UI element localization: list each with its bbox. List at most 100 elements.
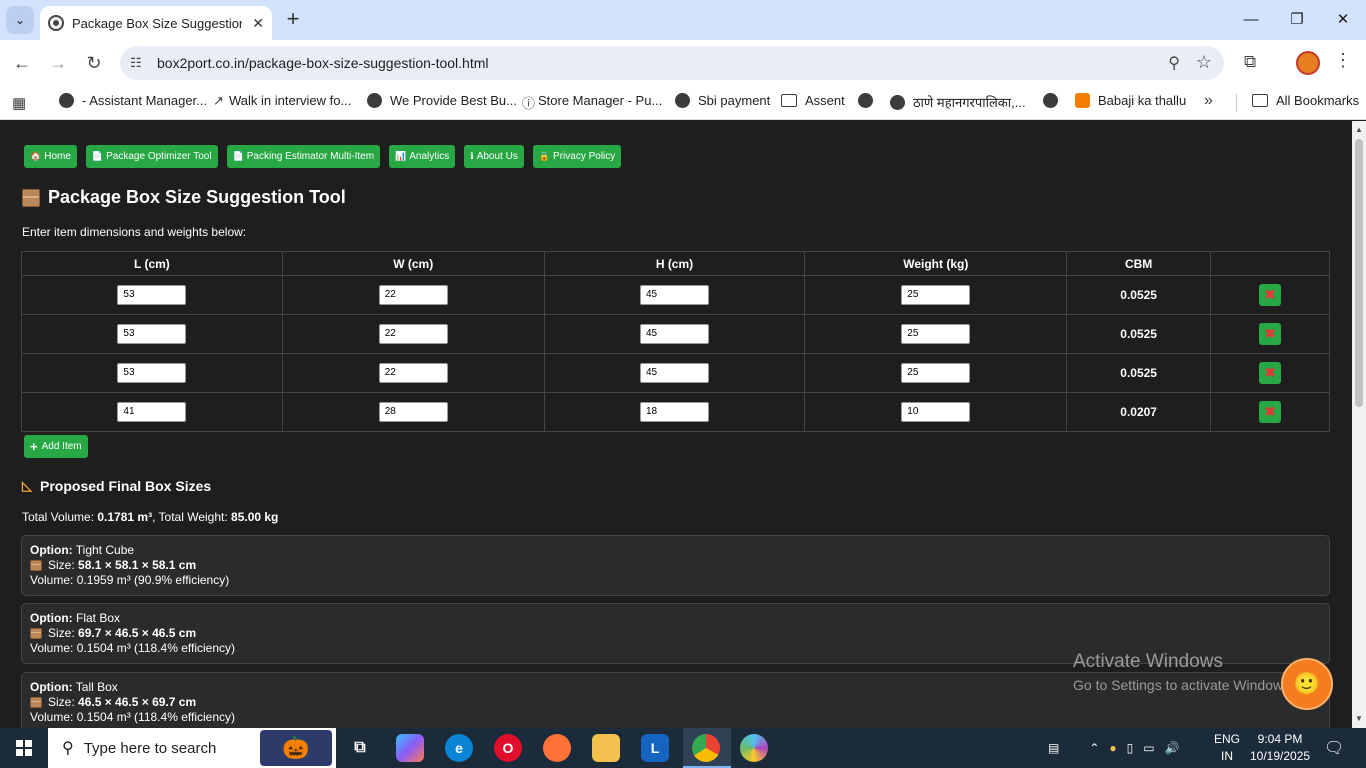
device-icon[interactable]: ▯ [1127, 741, 1134, 755]
restore-button[interactable]: ❐ [1274, 6, 1320, 34]
start-button[interactable] [0, 728, 48, 768]
show-hidden-icons[interactable]: ⌃ [1089, 741, 1099, 755]
clock[interactable]: 9:04 PM 10/19/2025 [1250, 731, 1310, 765]
info-icon: ⓘ [522, 96, 536, 111]
photos-icon[interactable] [740, 734, 768, 762]
bookmark-star-icon[interactable]: ☆ [1196, 52, 1212, 73]
table-row: 53 22 45 25 0.0525 ✖ [21, 314, 1330, 354]
tab-title: Package Box Size Suggestion Tc [72, 15, 242, 31]
app-icon[interactable]: L [641, 734, 669, 762]
length-input[interactable]: 41 [117, 402, 187, 422]
news-widget-icon[interactable]: ▤ [1048, 741, 1059, 755]
profile-avatar[interactable] [1296, 51, 1320, 75]
forward-button[interactable]: → [44, 49, 72, 77]
bookmark-folder[interactable]: Assent [781, 93, 845, 108]
option-volume: Volume: 0.1504 m³ (118.4% efficiency) [30, 710, 235, 724]
page-scrollbar[interactable]: ▲ ▼ [1352, 121, 1366, 728]
width-input[interactable]: 28 [378, 402, 448, 422]
extensions-icon[interactable]: ⧉ [1244, 52, 1256, 72]
nav-home[interactable]: 🏠 Home [24, 145, 77, 168]
scroll-thumb[interactable] [1355, 139, 1363, 407]
edge-icon[interactable]: e [445, 734, 473, 762]
minimize-button[interactable]: — [1228, 6, 1274, 34]
bookmark-item[interactable] [858, 93, 881, 108]
tab-close-icon[interactable]: ✕ [252, 15, 264, 32]
length-input[interactable]: 53 [117, 363, 187, 383]
bookmark-item[interactable]: Babaji ka thallu [1075, 93, 1186, 108]
nav-analytics[interactable]: 📊 Analytics [389, 145, 456, 168]
taskbar-search-box[interactable]: ⚲ Type here to search 🎃 [48, 728, 336, 768]
task-view-icon[interactable]: ⧉ [346, 734, 374, 762]
folder-icon [781, 94, 797, 107]
new-tab-button[interactable]: + [282, 8, 304, 32]
scroll-down-icon[interactable]: ▼ [1355, 714, 1363, 723]
apps-grid-icon[interactable]: ▦ [12, 94, 26, 112]
bookmark-item[interactable]: Sbi payment [675, 93, 770, 108]
delete-row-button[interactable]: ✖ [1259, 401, 1282, 423]
bookmark-item[interactable]: ⓘ Store Manager - Pu... [522, 93, 662, 111]
delete-row-button[interactable]: ✖ [1259, 323, 1282, 345]
weight-input[interactable]: 25 [901, 324, 971, 344]
back-button[interactable]: ← [8, 49, 36, 77]
package-icon [30, 560, 42, 571]
height-input[interactable]: 18 [639, 402, 709, 422]
copilot-icon[interactable] [396, 734, 424, 762]
height-input[interactable]: 45 [639, 285, 709, 305]
language-indicator[interactable]: ENG IN [1214, 731, 1240, 765]
table-row: 53 22 45 25 0.0525 ✖ [21, 275, 1330, 315]
firefox-icon[interactable] [543, 734, 571, 762]
close-window-button[interactable]: ✕ [1320, 6, 1366, 34]
notifications-icon[interactable]: 🗨 [1324, 728, 1344, 768]
bookmark-item[interactable]: ठाणे महानगरपालिका,... [890, 93, 1026, 111]
bookmark-item[interactable]: We Provide Best Bu... [367, 93, 517, 108]
active-tab[interactable]: Package Box Size Suggestion Tc ✕ [40, 6, 272, 40]
total-weight: 85.00 kg [231, 510, 279, 524]
length-input[interactable]: 53 [117, 324, 187, 344]
column-header-height: H (cm) [543, 251, 806, 276]
width-input[interactable]: 22 [378, 285, 448, 305]
bookmark-item[interactable]: - Assistant Manager... [59, 93, 207, 108]
nav-packing-estimator[interactable]: 📄 Packing Estimator Multi-Item [226, 145, 381, 168]
weight-input[interactable]: 25 [901, 285, 971, 305]
reload-button[interactable]: ↻ [80, 49, 108, 77]
items-table: L (cm) W (cm) H (cm) Weight (kg) CBM 53 … [21, 251, 1330, 432]
length-input[interactable]: 53 [117, 285, 187, 305]
weight-input[interactable]: 25 [901, 363, 971, 383]
scroll-up-icon[interactable]: ▲ [1355, 125, 1363, 134]
weight-input[interactable]: 10 [901, 402, 971, 422]
site-favicon-icon [48, 15, 64, 31]
delete-row-button[interactable]: ✖ [1259, 362, 1282, 384]
width-input[interactable]: 22 [378, 363, 448, 383]
address-bar[interactable]: ☷ box2port.co.in/package-box-size-sugges… [120, 46, 1224, 80]
nav-package-optimizer[interactable]: 📄 Package Optimizer Tool [85, 145, 218, 168]
globe-icon [59, 93, 74, 108]
tab-search-button[interactable]: ⌄ [6, 6, 34, 34]
table-header-row: L (cm) W (cm) H (cm) Weight (kg) CBM [21, 251, 1330, 276]
bookmark-item[interactable] [1043, 93, 1066, 108]
chat-assistant-avatar[interactable]: 🙂 [1281, 658, 1333, 710]
height-input[interactable]: 45 [639, 324, 709, 344]
delete-row-button[interactable]: ✖ [1259, 284, 1282, 306]
site-info-icon[interactable]: ☷ [130, 55, 142, 71]
file-explorer-icon[interactable] [592, 734, 620, 762]
bookmark-icon: ↗ [213, 93, 224, 108]
height-input[interactable]: 45 [639, 363, 709, 383]
nav-privacy[interactable]: 🔒 Privacy Policy [532, 145, 622, 168]
width-input[interactable]: 22 [378, 324, 448, 344]
opera-icon[interactable]: O [494, 734, 522, 762]
volume-icon[interactable]: 🔊 [1165, 741, 1180, 755]
table-row: 53 22 45 25 0.0525 ✖ [21, 353, 1330, 393]
zoom-icon[interactable]: ⚲ [1168, 53, 1180, 73]
more-bookmarks-icon[interactable]: » [1204, 92, 1213, 110]
nav-about[interactable]: ℹ About Us [464, 145, 524, 168]
search-highlight-image[interactable]: 🎃 [260, 730, 332, 766]
all-bookmarks[interactable]: All Bookmarks [1252, 93, 1359, 108]
url-text[interactable]: box2port.co.in/package-box-size-suggesti… [157, 55, 489, 71]
add-item-button[interactable]: + Add Item [24, 435, 88, 458]
chrome-icon[interactable] [692, 734, 720, 762]
browser-menu-icon[interactable]: ⋮ [1334, 50, 1352, 71]
column-header-cbm: CBM [1066, 251, 1212, 276]
bookmark-item[interactable]: ↗ Walk in interview fo... [213, 93, 351, 108]
battery-icon[interactable]: ▭ [1143, 741, 1154, 755]
security-icon[interactable]: ● [1109, 741, 1116, 755]
